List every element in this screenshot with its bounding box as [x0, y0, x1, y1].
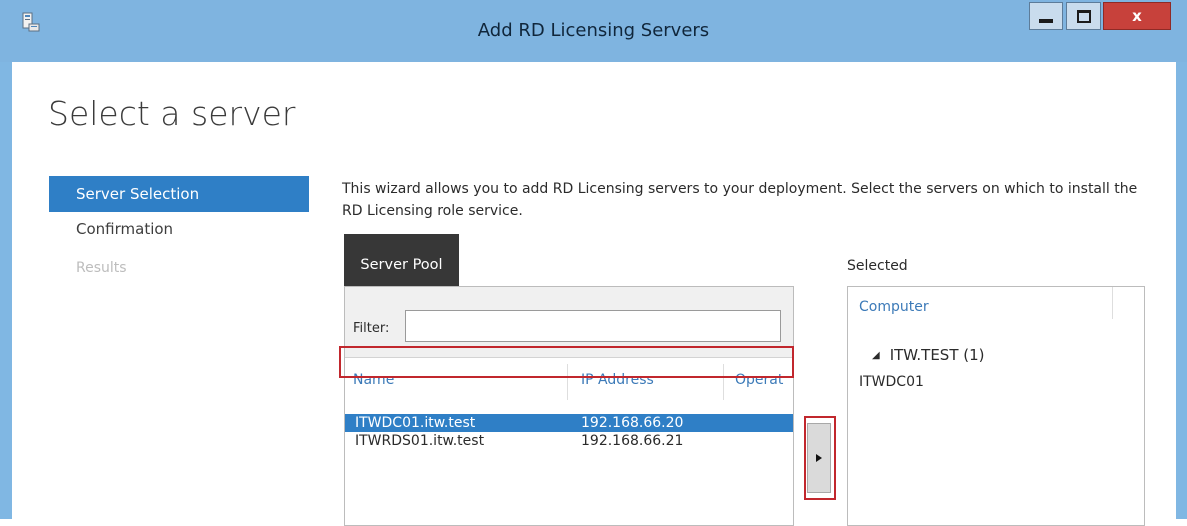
- column-divider[interactable]: [1112, 287, 1113, 319]
- wizard-description: This wizard allows you to add RD Licensi…: [342, 181, 1138, 219]
- server-pool-panel: Filter: Name IP Address Operat ITWDC01.i…: [344, 286, 794, 526]
- list-item[interactable]: ITWDC01: [859, 374, 924, 390]
- selected-servers-panel: Computer ◢ ITW.TEST (1) ITWDC01: [847, 286, 1145, 526]
- nav-item-results: Results: [76, 260, 127, 276]
- window-title: Add RD Licensing Servers: [477, 20, 710, 41]
- nav-item-server-selection[interactable]: Server Selection: [49, 176, 309, 212]
- minimize-button[interactable]: [1029, 2, 1063, 30]
- close-icon: x: [1132, 7, 1142, 25]
- selected-label: Selected: [847, 258, 908, 274]
- collapse-triangle-icon[interactable]: ◢: [872, 350, 880, 361]
- column-header-ip-address[interactable]: IP Address: [581, 372, 654, 388]
- wizard-content: Select a server Server Selection Confirm…: [12, 62, 1176, 526]
- dialog-window: Add RD Licensing Servers x Select a serv…: [0, 0, 1187, 526]
- server-name: ITWDC01.itw.test: [355, 415, 476, 431]
- column-header-operating-system[interactable]: Operat: [735, 372, 783, 388]
- filter-bar: Filter:: [345, 287, 793, 358]
- title-bar[interactable]: Add RD Licensing Servers x: [0, 0, 1187, 62]
- column-header-computer[interactable]: Computer: [859, 299, 929, 315]
- nav-item-confirmation[interactable]: Confirmation: [49, 214, 309, 244]
- page-title: Select a server: [48, 94, 296, 133]
- column-header-name[interactable]: Name: [353, 372, 394, 388]
- server-name: ITWRDS01.itw.test: [355, 433, 485, 449]
- column-divider[interactable]: [723, 364, 724, 400]
- server-pool-viewport: Filter: Name IP Address Operat ITWDC01.i…: [345, 287, 793, 525]
- tab-server-pool[interactable]: Server Pool: [344, 234, 459, 288]
- maximize-button[interactable]: [1066, 2, 1101, 30]
- group-label: ITW.TEST (1): [889, 346, 985, 364]
- column-divider[interactable]: [567, 364, 568, 400]
- minimize-icon: [1039, 19, 1053, 23]
- filter-input[interactable]: [405, 310, 781, 342]
- close-button[interactable]: x: [1103, 2, 1171, 30]
- server-ip: 192.168.66.21: [581, 433, 684, 449]
- maximize-icon: [1076, 9, 1091, 23]
- add-to-selected-button[interactable]: [807, 423, 831, 493]
- filter-label: Filter:: [353, 321, 390, 336]
- table-row[interactable]: ITWRDS01.itw.test 192.168.66.21: [345, 432, 793, 450]
- server-ip: 192.168.66.20: [581, 415, 684, 431]
- group-itw-test[interactable]: ◢ ITW.TEST (1): [872, 346, 985, 364]
- right-arrow-icon: [816, 454, 822, 462]
- table-row[interactable]: ITWDC01.itw.test 192.168.66.20: [345, 414, 793, 432]
